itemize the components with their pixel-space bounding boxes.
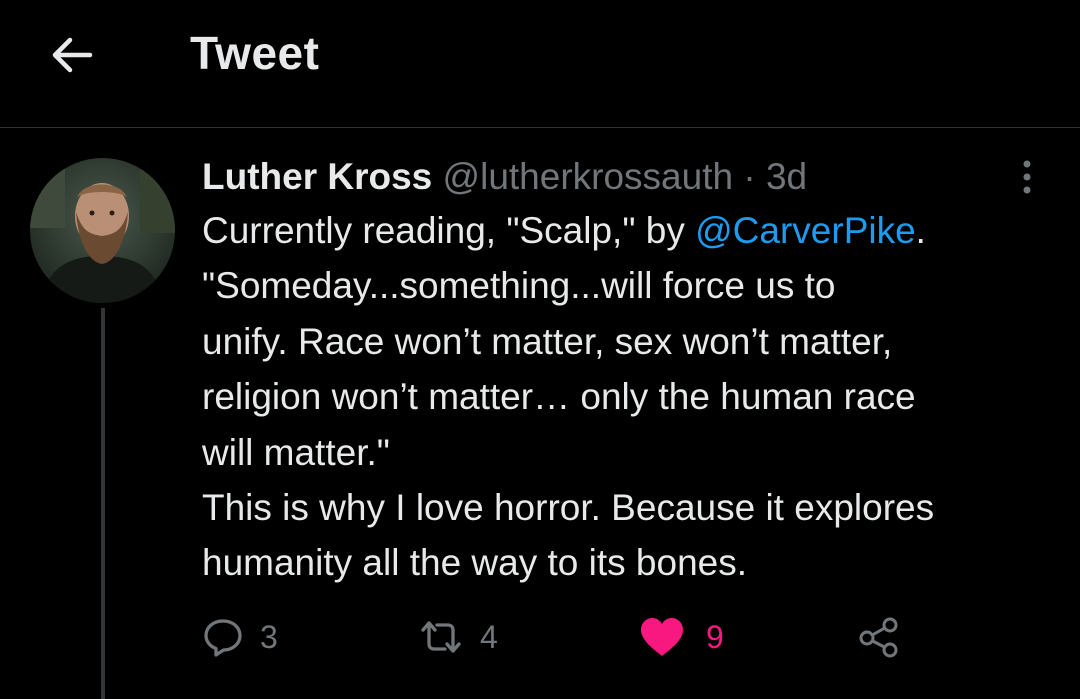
share-button[interactable] (856, 612, 902, 662)
tweet-line: religion won’t matter… only the human ra… (202, 376, 916, 418)
tweet-line: Currently reading, "Scalp," by @CarverPi… (202, 203, 1062, 258)
top-bar: Tweet (0, 0, 1080, 128)
tweet-line: will matter." (202, 431, 390, 473)
timestamp[interactable]: 3d (766, 156, 807, 197)
arrow-left-icon (52, 37, 93, 73)
tweet-line: "Someday...something...will force us to (202, 265, 836, 307)
reply-button[interactable]: 3 (202, 612, 278, 662)
avatar[interactable] (30, 158, 175, 303)
reply-count: 3 (260, 618, 278, 655)
tweet-header: Luther Kross @lutherkrossauth · 3d (202, 152, 807, 202)
like-button[interactable]: 9 (638, 612, 724, 662)
author-name[interactable]: Luther Kross (202, 156, 432, 197)
avatar-photo (30, 158, 175, 303)
more-vertical-icon (1023, 160, 1031, 194)
tweet-line: unify. Race won’t matter, sex won’t matt… (202, 320, 893, 362)
reply-icon (204, 619, 242, 657)
retweet-icon (421, 621, 461, 653)
tweet-text-segment: . (915, 210, 926, 251)
tweet-line: This is why I love horror. Because it ex… (202, 487, 935, 529)
retweet-button[interactable]: 4 (418, 612, 498, 662)
mention-link[interactable]: @CarverPike (695, 210, 916, 251)
thread-line (101, 308, 105, 699)
retweet-count: 4 (480, 618, 498, 655)
share-icon (859, 617, 898, 658)
author-handle[interactable]: @lutherkrossauth (443, 156, 734, 197)
more-options-button[interactable] (1012, 156, 1042, 200)
tweet-line: humanity all the way to its bones. (202, 542, 748, 584)
like-count: 9 (706, 618, 724, 655)
back-button[interactable] (44, 30, 104, 80)
heart-icon (641, 618, 683, 656)
tweet-text-segment: Currently reading, "Scalp," by (202, 210, 696, 251)
page-title: Tweet (190, 27, 320, 79)
tweet-text: Currently reading, "Scalp," by @CarverPi… (202, 203, 1062, 591)
separator-dot: · (743, 156, 756, 197)
